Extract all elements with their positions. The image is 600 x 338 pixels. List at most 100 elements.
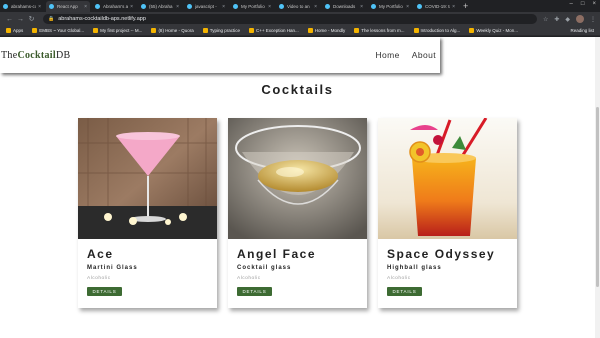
favicon-icon	[187, 4, 192, 9]
bookmark-label: Apps	[13, 28, 24, 33]
cocktail-image-ace	[78, 118, 217, 239]
browser-toolbar: ← → ↻ 🔒 abrahams-cocktaildb-aps.netlify.…	[0, 12, 600, 26]
browser-tab[interactable]: Abraham's a ×	[92, 1, 136, 12]
bookmark-label: The lessons from m...	[361, 28, 405, 33]
close-icon[interactable]: ×	[38, 4, 41, 10]
minimize-icon[interactable]: –	[570, 1, 573, 7]
site-navbar: TheCocktailDB Home About	[0, 37, 440, 73]
favicon-icon	[371, 4, 376, 9]
logo-suffix: DB	[55, 49, 71, 61]
lock-icon[interactable]: 🔒	[48, 16, 54, 22]
browser-tab[interactable]: My Portfolio ×	[368, 1, 412, 12]
url-text: abrahams-cocktaildb-aps.netlify.app	[58, 16, 146, 22]
extensions-icon[interactable]: ✚	[554, 16, 559, 23]
close-window-icon[interactable]: ×	[592, 1, 596, 7]
cocktail-name: Ace	[87, 247, 114, 261]
bookmark-item[interactable]: C++ Exception Han...	[248, 28, 299, 33]
bookmark-icon	[32, 28, 38, 33]
close-icon[interactable]: ×	[314, 4, 317, 10]
bookmark-label: EMBS ~ Your Global...	[39, 28, 85, 33]
browser-tab[interactable]: Downloads ×	[322, 1, 366, 12]
tab-label: My Portfolio	[379, 4, 403, 9]
close-icon[interactable]: ×	[176, 4, 179, 10]
close-icon[interactable]: ×	[130, 4, 133, 10]
reading-list[interactable]: Reading list	[570, 28, 594, 33]
tab-label: My Portfolio	[241, 4, 265, 9]
bookmark-label: C++ Exception Han...	[255, 28, 299, 33]
close-icon[interactable]: ×	[360, 4, 363, 10]
tab-label: javascript -	[195, 4, 217, 9]
reload-icon[interactable]: ↻	[26, 15, 37, 23]
bookmark-item[interactable]: Apps	[6, 28, 23, 33]
cocktail-image-space-odyssey	[378, 118, 517, 239]
cocktail-name: Angel Face	[237, 247, 317, 261]
scrollbar-thumb[interactable]	[596, 107, 599, 287]
nav-about-link[interactable]: About	[412, 50, 436, 60]
close-icon[interactable]: ×	[452, 4, 455, 10]
star-icon[interactable]: ☆	[543, 16, 548, 23]
bookmark-item[interactable]: EMBS ~ Your Global...	[32, 28, 84, 33]
cocktail-name: Space Odyssey	[387, 247, 496, 261]
details-button[interactable]: DETAILS	[237, 287, 272, 296]
tab-label: abrahams-co	[11, 4, 37, 9]
bookmark-icon	[307, 28, 313, 33]
cocktail-card: Ace Martini Glass Alcoholic DETAILS	[78, 118, 217, 308]
tab-label: (55) Abraha	[149, 4, 173, 9]
bookmark-icon	[413, 28, 419, 33]
address-bar[interactable]: 🔒 abrahams-cocktaildb-aps.netlify.app	[43, 14, 537, 24]
bookmarks-bar: Apps EMBS ~ Your Global... My first proj…	[0, 26, 600, 36]
browser-tab[interactable]: My Portfolio ×	[230, 1, 274, 12]
bookmark-icon	[469, 28, 475, 33]
cocktail-info: Alcoholic	[387, 276, 411, 281]
forward-icon[interactable]: →	[15, 16, 26, 23]
bookmark-icon	[354, 28, 360, 33]
puzzle-icon[interactable]: ◆	[565, 16, 570, 23]
tab-label: COVID-19: tr	[425, 4, 451, 9]
bookmark-item[interactable]: My first project -- M...	[93, 28, 142, 33]
browser-tab[interactable]: Video to an ×	[276, 1, 320, 12]
bookmark-label: Weekly Quiz - Mon...	[476, 28, 518, 33]
bookmark-item[interactable]: Home - Mondly	[307, 28, 345, 33]
bookmark-item[interactable]: Typing practice	[202, 28, 240, 33]
bookmark-item[interactable]: Introduction to Alg...	[413, 28, 460, 33]
bookmark-item[interactable]: (8) Home - Quora	[151, 28, 194, 33]
bookmark-label: (8) Home - Quora	[158, 28, 194, 33]
close-icon[interactable]: ×	[84, 4, 87, 10]
cocktail-info: Alcoholic	[237, 276, 261, 281]
page-title: Cocktails	[261, 82, 334, 97]
page-viewport: TheCocktailDB Home About Cocktails Ace M…	[0, 37, 600, 338]
favicon-icon	[279, 4, 284, 9]
logo-bold: Cocktail	[17, 49, 56, 61]
browser-tab[interactable]: abrahams-co ×	[0, 1, 44, 12]
browser-tab[interactable]: javascript - ×	[184, 1, 228, 12]
favicon-icon	[325, 4, 330, 9]
bookmark-item[interactable]: Weekly Quiz - Mon...	[469, 28, 518, 33]
browser-tab[interactable]: (55) Abraha ×	[138, 1, 182, 12]
nav-home-link[interactable]: Home	[376, 50, 400, 60]
close-icon[interactable]: ×	[222, 4, 225, 10]
logo-prefix: The	[1, 49, 18, 61]
details-button[interactable]: DETAILS	[387, 287, 422, 296]
site-logo[interactable]: TheCocktailDB	[1, 50, 70, 61]
browser-tab-active[interactable]: React App ×	[46, 1, 90, 12]
close-icon[interactable]: ×	[406, 4, 409, 10]
favicon-icon	[95, 4, 100, 9]
cocktail-glass: Cocktail glass	[237, 265, 292, 271]
close-icon[interactable]: ×	[268, 4, 271, 10]
cocktail-card: Angel Face Cocktail glass Alcoholic DETA…	[228, 118, 367, 308]
apps-icon	[6, 28, 11, 33]
cocktail-image-angel-face	[228, 118, 367, 239]
menu-icon[interactable]: ⋮	[590, 16, 596, 23]
tab-label: Video to an	[287, 4, 310, 9]
window-controls: – □ ×	[570, 1, 596, 7]
details-button[interactable]: DETAILS	[87, 287, 122, 296]
bookmark-icon	[93, 28, 99, 33]
profile-avatar[interactable]	[576, 15, 584, 23]
browser-tab-strip: abrahams-co × React App × Abraham's a × (55…	[0, 0, 600, 12]
new-tab-icon[interactable]: +	[463, 1, 468, 12]
maximize-icon[interactable]: □	[581, 1, 585, 7]
cocktail-info: Alcoholic	[87, 276, 111, 281]
back-icon[interactable]: ←	[4, 16, 15, 23]
browser-tab[interactable]: COVID-19: tr ×	[414, 1, 458, 12]
bookmark-item[interactable]: The lessons from m...	[354, 28, 405, 33]
